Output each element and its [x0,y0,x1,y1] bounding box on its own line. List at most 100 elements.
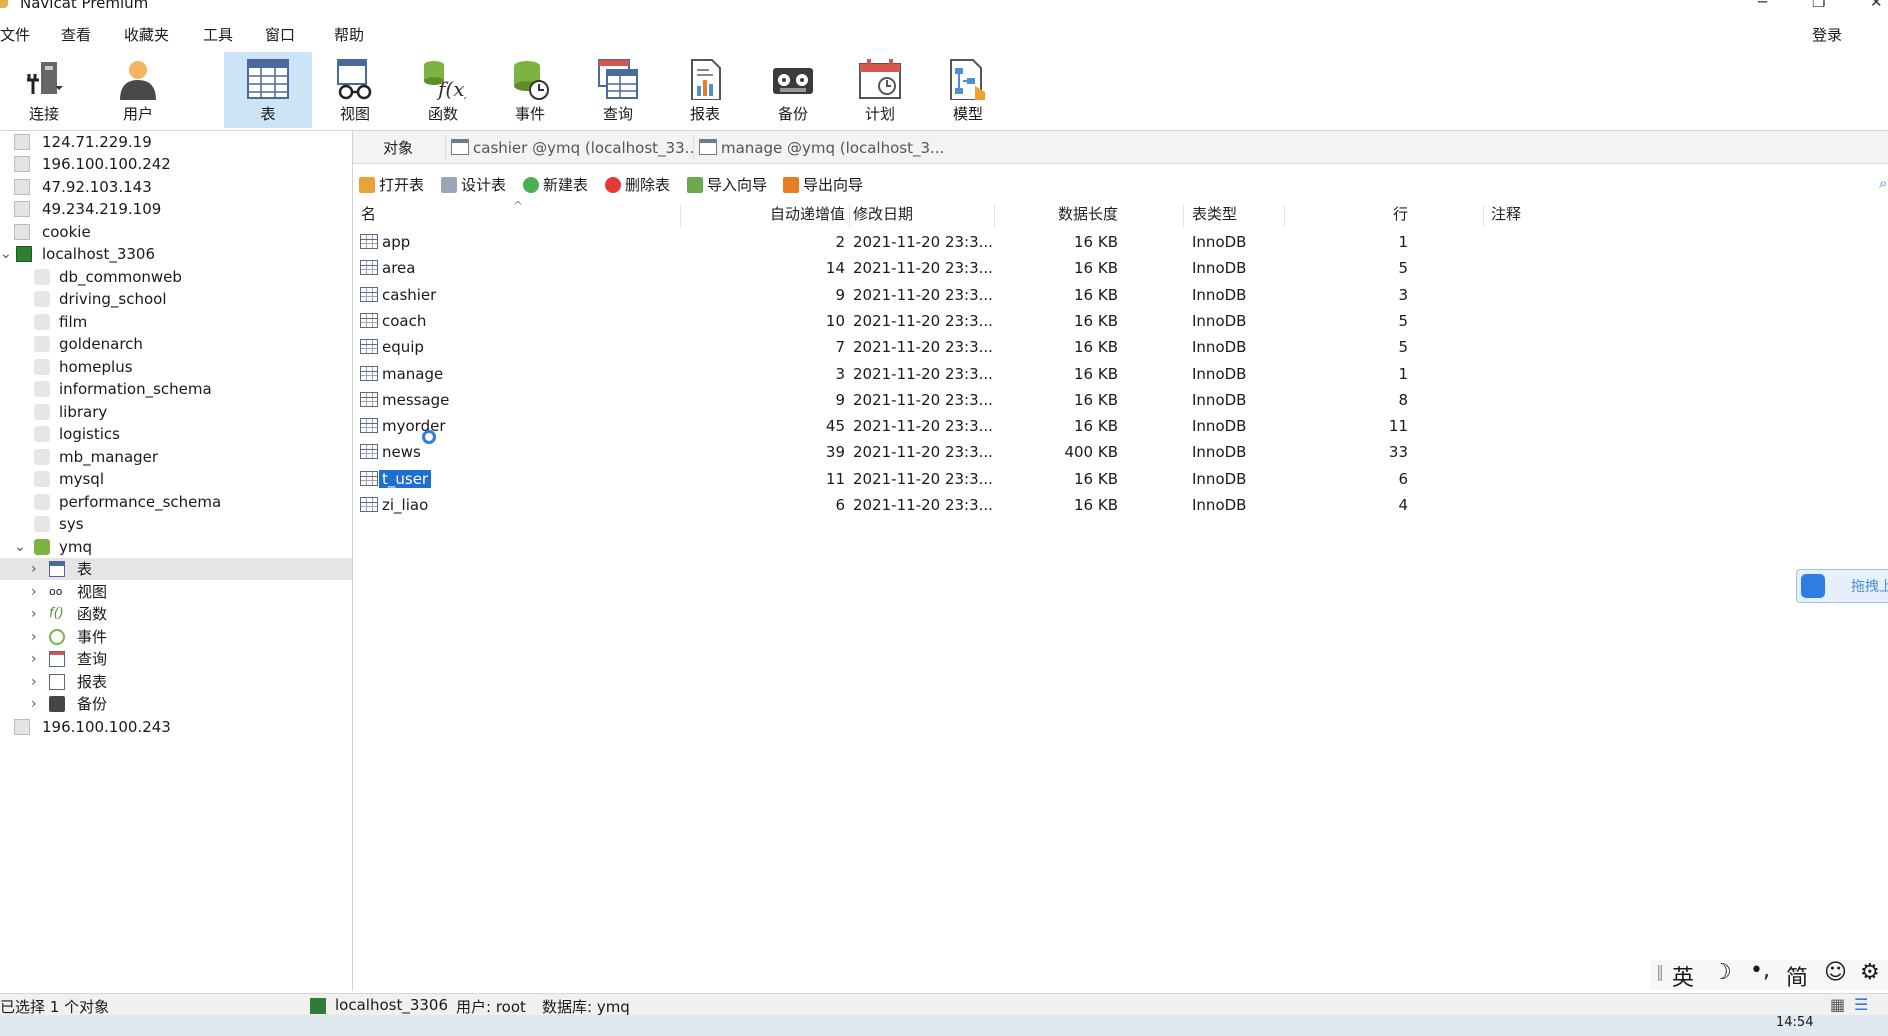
collapsed-chevron-icon[interactable]: › [31,693,37,715]
search-icon[interactable]: ⌕ [1879,174,1887,192]
tree-connection[interactable]: 124.71.229.19 [0,131,352,153]
table-row[interactable]: area 14 2021-11-20 23:3... 16 KB InnoDB 5 [353,255,1888,281]
toolbar-connection-button[interactable]: 连接 [0,52,88,128]
collapsed-chevron-icon[interactable]: › [31,558,37,580]
table-row[interactable]: t_user 11 2021-11-20 23:3... 16 KB InnoDB 6 [353,466,1888,492]
tree-database-open[interactable]: ⌄ ymq [0,536,352,558]
column-header-name[interactable]: 名 [361,203,376,225]
toolbar-table-button[interactable]: 表 [224,52,312,128]
ime-simplified-toggle[interactable]: 简 [1786,960,1808,992]
import-wizard-button[interactable]: 导入向导 [687,174,767,195]
ime-settings-icon[interactable]: ⚙ [1860,960,1880,985]
tree-item-reports[interactable]: › 报表 [0,671,352,693]
tree-connection-localhost[interactable]: ⌄ localhost_3306 [0,243,352,265]
tree-connection[interactable]: 196.100.100.243 [0,716,352,738]
menu-favorites[interactable]: 收藏夹 [124,24,169,45]
tree-database[interactable]: sys [0,513,352,535]
column-header-comment[interactable]: 注释 [1491,203,1521,225]
database-icon [34,291,50,307]
tree-item-tables[interactable]: › 表 [0,558,352,580]
toolbar-user-button[interactable]: 用户 [94,52,182,128]
export-wizard-button[interactable]: 导出向导 [783,174,863,195]
ime-punct-icon[interactable]: •, [1750,958,1770,983]
list-view-icon[interactable]: ☰ [1854,995,1868,1014]
close-button[interactable]: ✕ [1870,0,1883,11]
ime-grip-icon[interactable]: ‖ [1656,962,1664,981]
delete-table-button[interactable]: 删除表 [605,174,670,195]
toolbar-event-button[interactable]: 事件 [486,52,574,128]
table-row[interactable]: manage 3 2021-11-20 23:3... 16 KB InnoDB 1 [353,361,1888,387]
open-table-button[interactable]: 打开表 [359,174,424,195]
tree-item-functions[interactable]: › f() 函数 [0,603,352,625]
tree-item-views[interactable]: › oo 视图 [0,581,352,603]
column-divider[interactable] [849,205,850,227]
tree-database[interactable]: mb_manager [0,446,352,468]
cell-rows: 5 [1398,259,1408,278]
menu-tools[interactable]: 工具 [203,24,233,45]
expanded-chevron-icon[interactable]: ⌄ [0,243,12,265]
baidu-netdisk-widget[interactable]: 拖拽上 [1796,569,1888,603]
tree-item-events[interactable]: › 事件 [0,626,352,648]
ime-emoji-icon[interactable]: ☺ [1824,960,1847,985]
toolbar-function-button[interactable]: f(x) 函数 [399,52,487,128]
table-row[interactable]: coach 10 2021-11-20 23:3... 16 KB InnoDB 5 [353,308,1888,334]
table-row[interactable]: cashier 9 2021-11-20 23:3... 16 KB InnoDB 3 [353,282,1888,308]
restore-button[interactable]: ❐ [1812,0,1825,11]
expanded-chevron-icon[interactable]: ⌄ [14,536,26,558]
collapsed-chevron-icon[interactable]: › [31,603,37,625]
table-row[interactable]: app 2 2021-11-20 23:3... 16 KB InnoDB 1 [353,229,1888,255]
ime-moon-icon[interactable]: ☽ [1712,960,1732,985]
collapsed-chevron-icon[interactable]: › [31,648,37,670]
toolbar-query-button[interactable]: 查询 [574,52,662,128]
tree-database[interactable]: homeplus [0,356,352,378]
new-table-button[interactable]: 新建表 [523,174,588,195]
tree-database[interactable]: db_commonweb [0,266,352,288]
tree-item-backups[interactable]: › 备份 [0,693,352,715]
tree-database[interactable]: goldenarch [0,333,352,355]
tab-objects[interactable]: 对象 [383,135,438,161]
table-row[interactable]: equip 7 2021-11-20 23:3... 16 KB InnoDB 5 [353,334,1888,360]
menu-help[interactable]: 帮助 [334,24,364,45]
toolbar-model-button[interactable]: 模型 [924,52,1012,128]
login-link[interactable]: 登录 [1812,24,1842,45]
tab-manage[interactable]: manage @ymq (localhost_3... [693,135,1853,161]
tree-database[interactable]: performance_schema [0,491,352,513]
table-name-text: cashier [382,285,437,304]
tree-database[interactable]: mysql [0,468,352,490]
collapsed-chevron-icon[interactable]: › [31,581,37,603]
tree-connection[interactable]: 49.234.219.109 [0,198,352,220]
design-table-button[interactable]: 设计表 [441,174,506,195]
grid-view-icon[interactable]: ▦ [1830,995,1845,1014]
column-header-engine[interactable]: 表类型 [1192,203,1237,225]
collapsed-chevron-icon[interactable]: › [31,671,37,693]
table-row[interactable]: message 9 2021-11-20 23:3... 16 KB InnoDB 8 [353,387,1888,413]
table-row[interactable]: news 39 2021-11-20 23:3... 400 KB InnoDB 33 [353,439,1888,465]
column-header-rows[interactable]: 行 [1284,203,1408,225]
column-header-modified[interactable]: 修改日期 [853,203,913,225]
minimize-button[interactable]: ─ [1758,0,1767,11]
toolbar-view-button[interactable]: 视图 [311,52,399,128]
tree-database[interactable]: library [0,401,352,423]
toolbar-report-button[interactable]: 报表 [661,52,749,128]
column-divider[interactable] [1483,205,1484,227]
menu-window[interactable]: 窗口 [265,24,295,45]
tree-connection[interactable]: 47.92.103.143 [0,176,352,198]
tree-database[interactable]: information_schema [0,378,352,400]
menu-view[interactable]: 查看 [61,24,91,45]
collapsed-chevron-icon[interactable]: › [31,626,37,648]
column-header-data-length[interactable]: 数据长度 [994,203,1118,225]
column-header-auto-increment[interactable]: 自动递增值 [680,203,845,225]
tree-connection[interactable]: 196.100.100.242 [0,153,352,175]
column-divider[interactable] [1183,205,1184,227]
tree-database[interactable]: logistics [0,423,352,445]
table-row[interactable]: myorder 45 2021-11-20 23:3... 16 KB InnoDB 11 [353,413,1888,439]
tree-connection[interactable]: cookie [0,221,352,243]
tree-item-queries[interactable]: › 查询 [0,648,352,670]
table-row[interactable]: zi_liao 6 2021-11-20 23:3... 16 KB InnoDB 4 [353,492,1888,518]
ime-language-toggle[interactable]: 英 [1672,960,1694,992]
menu-file[interactable]: 文件 [0,24,30,45]
tree-database[interactable]: film [0,311,352,333]
toolbar-schedule-button[interactable]: 计划 [836,52,924,128]
tree-database[interactable]: driving_school [0,288,352,310]
toolbar-backup-button[interactable]: 备份 [749,52,837,128]
